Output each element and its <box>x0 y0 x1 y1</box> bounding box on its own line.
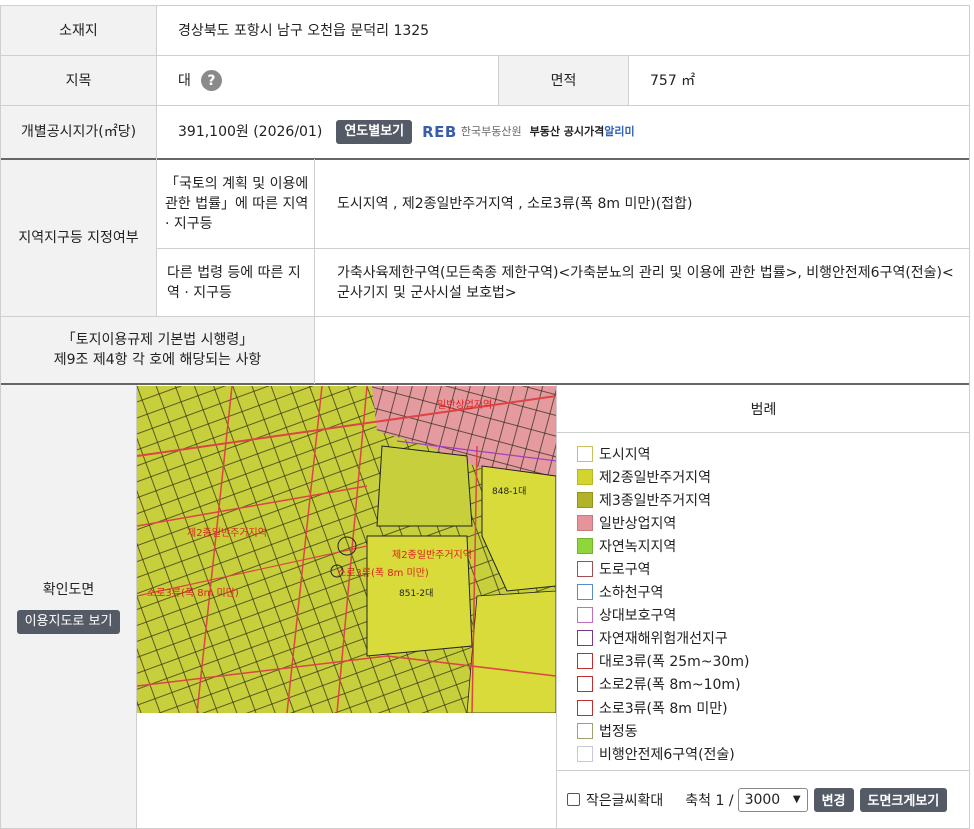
land-category-label: 지목 <box>1 56 156 105</box>
legend-item: 자연재해위험개선지구 <box>577 627 957 650</box>
land-category-cell: 대 ? <box>178 56 478 105</box>
map-label-zone2: 소로3류(폭 8m 미만) <box>337 567 429 579</box>
map-label-lot1: 848-1대 <box>492 486 526 497</box>
national-law-value: 도시지역 , 제2종일반주거지역 , 소로3류(폭 8m 미만)(접합) <box>337 196 693 212</box>
legend-swatch <box>577 653 593 670</box>
legend-label: 자연재해위험개선지구 <box>599 631 728 648</box>
legend-swatch <box>577 584 593 601</box>
legend-swatch <box>577 607 593 624</box>
legend-label: 소하천구역 <box>599 585 664 602</box>
national-law-label: 「국토의 계획 및 이용에 관한 법률」에 따른 지역 · 지구등 <box>165 176 309 232</box>
enforcement-label-line2: 제9조 제4항 각 호에 해당되는 사항 <box>53 352 262 368</box>
scale-value: 3000 <box>744 791 781 808</box>
legend-swatch <box>577 445 593 462</box>
legend-item: 비행안전제6구역(전술) <box>577 742 957 765</box>
scale-select[interactable]: 3000 ▼ <box>737 787 808 812</box>
legend-item: 대로3류(폭 25m~30m) <box>577 650 957 673</box>
area-value: 757 ㎡ <box>650 72 696 89</box>
official-price-label: 개별공시지가(㎡당) <box>1 106 156 158</box>
small-text-zoom-label[interactable]: 작은글씨확대 <box>586 790 663 810</box>
change-scale-button[interactable]: 변경 <box>813 787 854 812</box>
legend-label: 소로3류(폭 8m 미만) <box>599 700 728 717</box>
scale-label: 축척 1 / <box>685 792 734 809</box>
official-price-value: 391,100원 (2026/01) <box>178 124 323 140</box>
legend-item: 소로3류(폭 8m 미만) <box>577 696 957 719</box>
legend-swatch <box>577 699 593 716</box>
chevron-down-icon: ▼ <box>792 794 801 805</box>
legend-label: 제3종일반주거지역 <box>599 492 711 509</box>
legend-swatch <box>577 468 593 485</box>
legend-label: 대로3류(폭 25m~30m) <box>599 654 750 671</box>
map-label-zone1: 제2종일반주거지역 <box>392 549 472 561</box>
legend-item: 상대보호구역 <box>577 604 957 627</box>
area-label: 면적 <box>499 56 628 105</box>
legend-swatch <box>577 561 593 578</box>
legend-label: 비행안전제6구역(전술) <box>599 746 735 763</box>
legend-swatch <box>577 676 593 693</box>
legend-swatch <box>577 491 593 508</box>
large-map-button[interactable]: 도면크게보기 <box>859 787 948 812</box>
reb-service: 부동산 공시가격 <box>529 125 605 138</box>
legend-item: 소하천구역 <box>577 581 957 604</box>
legend-label: 상대보호구역 <box>599 608 677 625</box>
view-usage-map-button[interactable]: 이용지도로 보기 <box>16 609 121 634</box>
legend-item: 도로구역 <box>577 557 957 580</box>
legend-item: 소로2류(폭 8m~10m) <box>577 673 957 696</box>
map-label-lot2: 851-2대 <box>399 588 433 599</box>
other-law-value: 가축사육제한구역(모든축종 제한구역)<가축분뇨의 관리 및 이용에 관한 법률… <box>337 264 954 301</box>
reb-link[interactable]: REB 한국부동산원 부동산 공시가격 알리미 <box>422 122 635 142</box>
legend-item: 도시지역 <box>577 442 957 465</box>
enforcement-value <box>337 317 962 383</box>
enforcement-label: 「토지이용규제 기본법 시행령」 제9조 제4항 각 호에 해당되는 사항 <box>1 317 314 383</box>
map-section-label-cell: 확인도면 이용지도로 보기 <box>1 385 136 828</box>
legend-swatch <box>577 514 593 531</box>
legend-item: 자연녹지지역 <box>577 534 957 557</box>
small-text-zoom-checkbox[interactable] <box>567 793 580 806</box>
location-label: 소재지 <box>1 6 156 55</box>
enforcement-label-line1: 「토지이용규제 기본법 시행령」 <box>61 332 254 348</box>
legend-label: 소로2류(폭 8m~10m) <box>599 677 741 694</box>
legend-item: 일반상업지역 <box>577 511 957 534</box>
zoning-label: 지역지구등 지정여부 <box>1 160 156 316</box>
legend-label: 자연녹지지역 <box>599 538 677 555</box>
official-price-cell: 391,100원 (2026/01) 연도별보기 REB 한국부동산원 부동산 … <box>178 106 958 158</box>
reb-name: 한국부동산원 <box>460 125 522 138</box>
question-circle-icon[interactable]: ? <box>200 70 222 91</box>
reb-logo: REB <box>422 123 457 141</box>
map-label-zone1b: 제2종일반주거지역 <box>187 527 267 539</box>
map-label-zone2b: 소로3류(폭 8m 미만) <box>147 587 239 599</box>
land-category-value: 대 <box>178 72 191 89</box>
legend-item: 제3종일반주거지역 <box>577 488 957 511</box>
location-value: 경상북도 포항시 남구 오천읍 문덕리 1325 <box>178 22 430 39</box>
legend-swatch <box>577 630 593 647</box>
map-controls: 작은글씨확대 축척 1 / 3000 ▼ 변경 도면크게보기 <box>557 770 970 828</box>
legend-label: 도시지역 <box>599 446 651 463</box>
legend-label: 일반상업지역 <box>599 515 677 532</box>
legend-label: 도로구역 <box>599 562 651 579</box>
yearly-view-button[interactable]: 연도별보기 <box>336 120 413 144</box>
legend-item: 법정동 <box>577 719 957 742</box>
legend-item: 제2종일반주거지역 <box>577 465 957 488</box>
legend-swatch <box>577 537 593 554</box>
reb-service-alimi: 알리미 <box>604 125 635 138</box>
map-section-label: 확인도면 <box>42 581 95 598</box>
legend-label: 법정동 <box>599 723 638 740</box>
land-use-map[interactable]: 848-1대 851-2대 제2종일반주거지역 소로3류(폭 8m 미만) 일반… <box>137 386 556 713</box>
map-label-zone3: 일반상업지역 <box>437 398 492 411</box>
other-law-label: 다른 법령 등에 따른 지역 · 지구등 <box>167 264 301 301</box>
legend-swatch <box>577 745 593 762</box>
legend-list: 도시지역제2종일반주거지역제3종일반주거지역일반상업지역자연녹지지역도로구역소하… <box>577 442 957 765</box>
legend-title: 범례 <box>557 386 970 433</box>
legend-swatch <box>577 722 593 739</box>
legend-label: 제2종일반주거지역 <box>599 469 711 486</box>
